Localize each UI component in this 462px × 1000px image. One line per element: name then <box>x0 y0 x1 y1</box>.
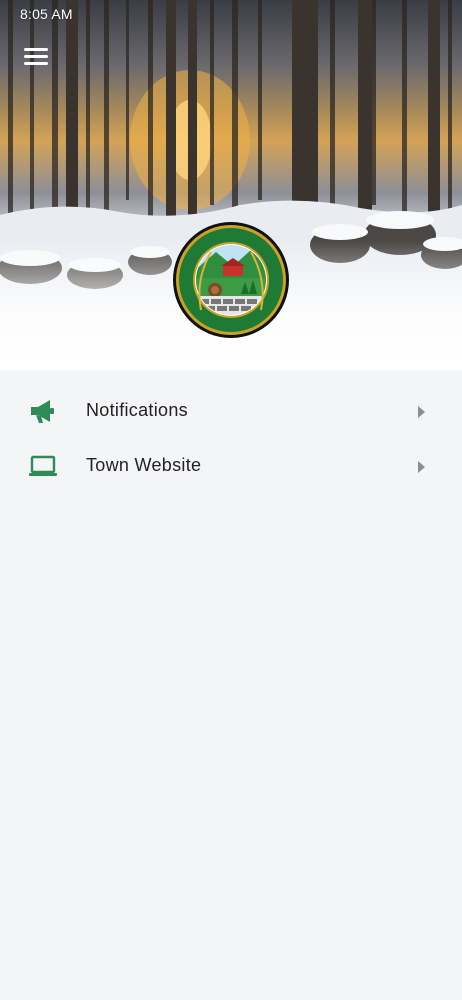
menu-line <box>24 62 48 65</box>
laptop-icon <box>29 455 57 476</box>
menu-item-town-website[interactable]: Town Website <box>0 438 462 493</box>
chevron-right-icon <box>418 406 425 418</box>
menu-line <box>24 48 48 51</box>
hamburger-menu-button[interactable] <box>20 44 52 68</box>
menu-item-label: Notifications <box>86 400 188 420</box>
town-seal-logo <box>173 222 289 338</box>
menu-item-label: Town Website <box>86 455 202 475</box>
menu-item-notifications[interactable]: Notifications <box>0 383 462 438</box>
megaphone-icon <box>31 400 54 423</box>
menu-line <box>24 55 48 58</box>
navigation-menu: Notifications Town Website <box>0 383 462 493</box>
chevron-right-icon <box>418 461 425 473</box>
status-bar-time: 8:05 AM <box>20 6 73 22</box>
